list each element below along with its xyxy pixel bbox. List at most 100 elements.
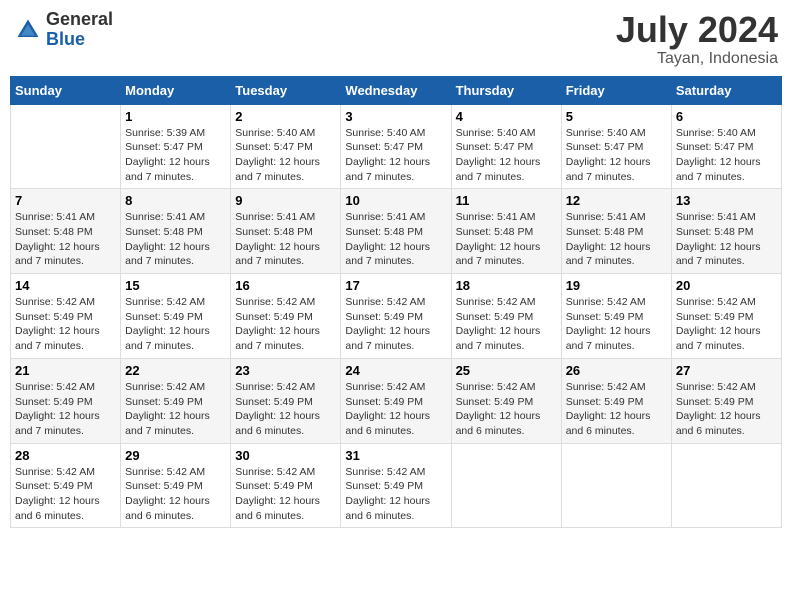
header-saturday: Saturday (671, 76, 781, 104)
day-number: 16 (235, 278, 336, 293)
day-number: 5 (566, 109, 667, 124)
calendar-cell-w5-d5 (561, 443, 671, 528)
calendar-cell-w5-d4 (451, 443, 561, 528)
day-number: 15 (125, 278, 226, 293)
day-info: Sunrise: 5:42 AM Sunset: 5:49 PM Dayligh… (125, 295, 226, 354)
logo-line2: Blue (46, 30, 113, 50)
calendar-cell-w5-d0: 28Sunrise: 5:42 AM Sunset: 5:49 PM Dayli… (11, 443, 121, 528)
calendar-cell-w4-d5: 26 Sunrise: 5:42 AM Sunset: 5:49 PM Dayli… (561, 358, 671, 443)
calendar-header: Sunday Monday Tuesday Wednesday Thursday… (11, 76, 782, 104)
day-number: 20 (676, 278, 777, 293)
day-info: Sunrise: 5:42 AM Sunset: 5:49 PM Dayligh… (456, 295, 557, 354)
calendar-cell-w3-d5: 19 Sunrise: 5:42 AM Sunset: 5:49 PM Dayli… (561, 274, 671, 359)
day-info: Sunrise: 5:42 AM Sunset: 5:49 PM Dayligh… (345, 465, 446, 524)
calendar-cell-w4-d0: 21Sunrise: 5:42 AM Sunset: 5:49 PM Dayli… (11, 358, 121, 443)
week-row-3: 14 Sunrise: 5:42 AM Sunset: 5:49 PM Dayli… (11, 274, 782, 359)
calendar-cell-w1-d2: 2Sunrise: 5:40 AM Sunset: 5:47 PM Daylig… (231, 104, 341, 189)
logo-line1: General (46, 10, 113, 30)
day-info: Sunrise: 5:42 AM Sunset: 5:49 PM Dayligh… (15, 380, 116, 439)
calendar-cell-w4-d2: 23 Sunrise: 5:42 AM Sunset: 5:49 PM Dayli… (231, 358, 341, 443)
day-number: 3 (345, 109, 446, 124)
day-info: Sunrise: 5:42 AM Sunset: 5:49 PM Dayligh… (15, 295, 116, 354)
header-thursday: Thursday (451, 76, 561, 104)
calendar-cell-w3-d2: 16 Sunrise: 5:42 AM Sunset: 5:49 PM Dayli… (231, 274, 341, 359)
day-number: 10 (345, 193, 446, 208)
calendar-cell-w1-d4: 4Sunrise: 5:40 AM Sunset: 5:47 PM Daylig… (451, 104, 561, 189)
calendar-cell-w1-d0 (11, 104, 121, 189)
day-number: 14 (15, 278, 116, 293)
calendar-cell-w3-d0: 14 Sunrise: 5:42 AM Sunset: 5:49 PM Dayli… (11, 274, 121, 359)
day-number: 12 (566, 193, 667, 208)
day-number: 11 (456, 193, 557, 208)
day-info: Sunrise: 5:42 AM Sunset: 5:49 PM Dayligh… (235, 380, 336, 439)
weekday-header-row: Sunday Monday Tuesday Wednesday Thursday… (11, 76, 782, 104)
header-wednesday: Wednesday (341, 76, 451, 104)
week-row-1: 1 Sunrise: 5:39 AM Sunset: 5:47 PM Daylig… (11, 104, 782, 189)
day-number: 4 (456, 109, 557, 124)
day-number: 9 (235, 193, 336, 208)
day-number: 6 (676, 109, 777, 124)
calendar-body: 1 Sunrise: 5:39 AM Sunset: 5:47 PM Daylig… (11, 104, 782, 528)
day-info: Sunrise: 5:41 AM Sunset: 5:48 PM Dayligh… (15, 210, 116, 269)
day-number: 26 (566, 363, 667, 378)
day-info: Sunrise: 5:42 AM Sunset: 5:49 PM Dayligh… (566, 380, 667, 439)
calendar-cell-w4-d1: 22 Sunrise: 5:42 AM Sunset: 5:49 PM Dayli… (121, 358, 231, 443)
day-number: 19 (566, 278, 667, 293)
day-info: Sunrise: 5:40 AM Sunset: 5:47 PM Dayligh… (345, 126, 446, 185)
day-number: 29 (125, 448, 226, 463)
day-number: 1 (125, 109, 226, 124)
calendar-cell-w1-d3: 3 Sunrise: 5:40 AM Sunset: 5:47 PM Daylig… (341, 104, 451, 189)
calendar-cell-w1-d1: 1 Sunrise: 5:39 AM Sunset: 5:47 PM Daylig… (121, 104, 231, 189)
calendar-cell-w3-d6: 20 Sunrise: 5:42 AM Sunset: 5:49 PM Dayli… (671, 274, 781, 359)
calendar-cell-w4-d3: 24 Sunrise: 5:42 AM Sunset: 5:49 PM Dayli… (341, 358, 451, 443)
day-number: 7 (15, 193, 116, 208)
location: Tayan, Indonesia (616, 50, 778, 68)
day-number: 22 (125, 363, 226, 378)
week-row-5: 28 Sunrise: 5:42 AM Sunset: 5:49 PM Dayli… (11, 443, 782, 528)
header-monday: Monday (121, 76, 231, 104)
day-number: 18 (456, 278, 557, 293)
calendar-cell-w1-d5: 5Sunrise: 5:40 AM Sunset: 5:47 PM Daylig… (561, 104, 671, 189)
calendar-cell-w2-d4: 11 Sunrise: 5:41 AM Sunset: 5:48 PM Dayli… (451, 189, 561, 274)
day-info: Sunrise: 5:42 AM Sunset: 5:49 PM Dayligh… (456, 380, 557, 439)
calendar-cell-w2-d0: 7 Sunrise: 5:41 AM Sunset: 5:48 PM Daylig… (11, 189, 121, 274)
header-sunday: Sunday (11, 76, 121, 104)
day-info: Sunrise: 5:41 AM Sunset: 5:48 PM Dayligh… (676, 210, 777, 269)
header-friday: Friday (561, 76, 671, 104)
header-tuesday: Tuesday (231, 76, 341, 104)
day-number: 13 (676, 193, 777, 208)
day-info: Sunrise: 5:42 AM Sunset: 5:49 PM Dayligh… (125, 380, 226, 439)
day-info: Sunrise: 5:42 AM Sunset: 5:49 PM Dayligh… (345, 295, 446, 354)
day-number: 24 (345, 363, 446, 378)
calendar-cell-w2-d1: 8Sunrise: 5:41 AM Sunset: 5:48 PM Daylig… (121, 189, 231, 274)
calendar-cell-w3-d4: 18 Sunrise: 5:42 AM Sunset: 5:49 PM Dayli… (451, 274, 561, 359)
day-info: Sunrise: 5:40 AM Sunset: 5:47 PM Dayligh… (235, 126, 336, 185)
title-block: July 2024 Tayan, Indonesia (616, 10, 778, 68)
day-info: Sunrise: 5:41 AM Sunset: 5:48 PM Dayligh… (566, 210, 667, 269)
logo-icon (14, 16, 42, 44)
calendar-cell-w3-d3: 17 Sunrise: 5:42 AM Sunset: 5:49 PM Dayli… (341, 274, 451, 359)
day-info: Sunrise: 5:42 AM Sunset: 5:49 PM Dayligh… (125, 465, 226, 524)
day-info: Sunrise: 5:40 AM Sunset: 5:47 PM Dayligh… (676, 126, 777, 185)
day-info: Sunrise: 5:42 AM Sunset: 5:49 PM Dayligh… (235, 465, 336, 524)
day-number: 17 (345, 278, 446, 293)
day-number: 31 (345, 448, 446, 463)
calendar-cell-w5-d1: 29 Sunrise: 5:42 AM Sunset: 5:49 PM Dayli… (121, 443, 231, 528)
day-info: Sunrise: 5:42 AM Sunset: 5:49 PM Dayligh… (676, 380, 777, 439)
day-info: Sunrise: 5:42 AM Sunset: 5:49 PM Dayligh… (345, 380, 446, 439)
day-number: 30 (235, 448, 336, 463)
day-info: Sunrise: 5:42 AM Sunset: 5:49 PM Dayligh… (235, 295, 336, 354)
day-info: Sunrise: 5:39 AM Sunset: 5:47 PM Dayligh… (125, 126, 226, 185)
day-info: Sunrise: 5:42 AM Sunset: 5:49 PM Dayligh… (676, 295, 777, 354)
day-info: Sunrise: 5:41 AM Sunset: 5:48 PM Dayligh… (125, 210, 226, 269)
calendar-cell-w4-d6: 27 Sunrise: 5:42 AM Sunset: 5:49 PM Dayli… (671, 358, 781, 443)
day-info: Sunrise: 5:41 AM Sunset: 5:48 PM Dayligh… (456, 210, 557, 269)
day-number: 27 (676, 363, 777, 378)
week-row-4: 21Sunrise: 5:42 AM Sunset: 5:49 PM Dayli… (11, 358, 782, 443)
page-header: General Blue July 2024 Tayan, Indonesia (10, 10, 782, 68)
day-number: 28 (15, 448, 116, 463)
day-info: Sunrise: 5:42 AM Sunset: 5:49 PM Dayligh… (566, 295, 667, 354)
day-number: 23 (235, 363, 336, 378)
calendar-cell-w5-d3: 31 Sunrise: 5:42 AM Sunset: 5:49 PM Dayli… (341, 443, 451, 528)
calendar-cell-w1-d6: 6 Sunrise: 5:40 AM Sunset: 5:47 PM Daylig… (671, 104, 781, 189)
